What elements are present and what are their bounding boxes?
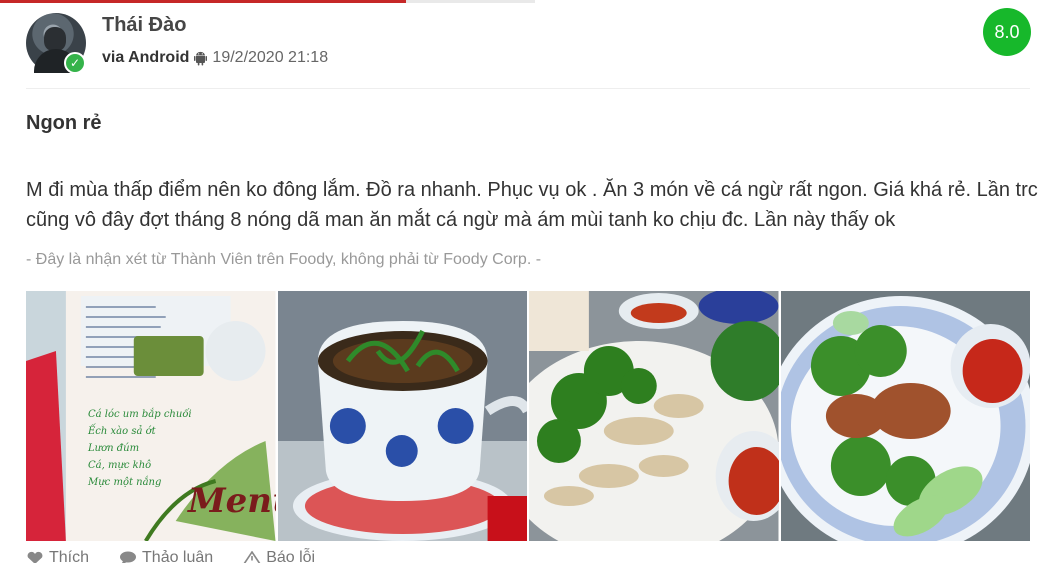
discuss-button[interactable]: Thảo luận	[119, 549, 213, 563]
review-body: M đi mùa thấp điểm nên ko đông lắm. Đồ r…	[26, 179, 1038, 231]
top-progress-bar	[0, 0, 535, 3]
menu-photo[interactable]: Cá lóc um bắp chuối Ếch xào sả ớt Lươn đ…	[26, 291, 276, 541]
verified-check-icon: ✓	[64, 52, 86, 74]
via-label: via Android	[102, 49, 190, 66]
review-disclaimer: - Đây là nhận xét từ Thành Viên trên Foo…	[26, 251, 542, 268]
like-button[interactable]: Thích	[26, 549, 89, 563]
review-meta: via Android 19/2/2020 21:18	[102, 49, 328, 67]
grilled-fish-photo[interactable]	[529, 291, 779, 541]
review-actions: Thích Thảo luận Báo lỗi	[26, 549, 315, 563]
header-divider	[26, 88, 1030, 89]
like-label: Thích	[49, 549, 90, 563]
fish-salad-photo[interactable]	[780, 291, 1030, 541]
menu-photo-heading: Menu	[188, 481, 276, 521]
menu-item-1: Cá lóc um bắp chuối	[88, 409, 192, 420]
menu-item-4: Cá, mực khô	[88, 460, 152, 471]
progress-fill	[0, 0, 406, 3]
avatar-face	[44, 27, 66, 51]
comment-icon	[119, 551, 137, 563]
menu-item-2: Ếch xào sả ớt	[88, 426, 156, 437]
menu-photo-text: Cá lóc um bắp chuối Ếch xào sả ớt Lươn đ…	[88, 406, 192, 491]
score-badge: 8.0	[983, 8, 1031, 56]
fish-pot-photo[interactable]	[277, 291, 527, 541]
menu-item-3: Lươn đúm	[88, 443, 140, 454]
report-label: Báo lỗi	[266, 549, 316, 563]
review-title[interactable]: Ngon rẻ	[26, 112, 102, 135]
warning-icon	[243, 550, 261, 563]
review-timestamp: 19/2/2020 21:18	[212, 49, 329, 66]
heart-icon	[26, 551, 44, 563]
photo-gallery: Cá lóc um bắp chuối Ếch xào sả ớt Lươn đ…	[26, 291, 1030, 541]
discuss-label: Thảo luận	[142, 549, 214, 563]
user-name[interactable]: Thái Đào	[102, 14, 186, 37]
report-button[interactable]: Báo lỗi	[243, 549, 315, 563]
menu-item-5: Mực một nắng	[88, 477, 162, 488]
android-icon	[194, 51, 208, 66]
